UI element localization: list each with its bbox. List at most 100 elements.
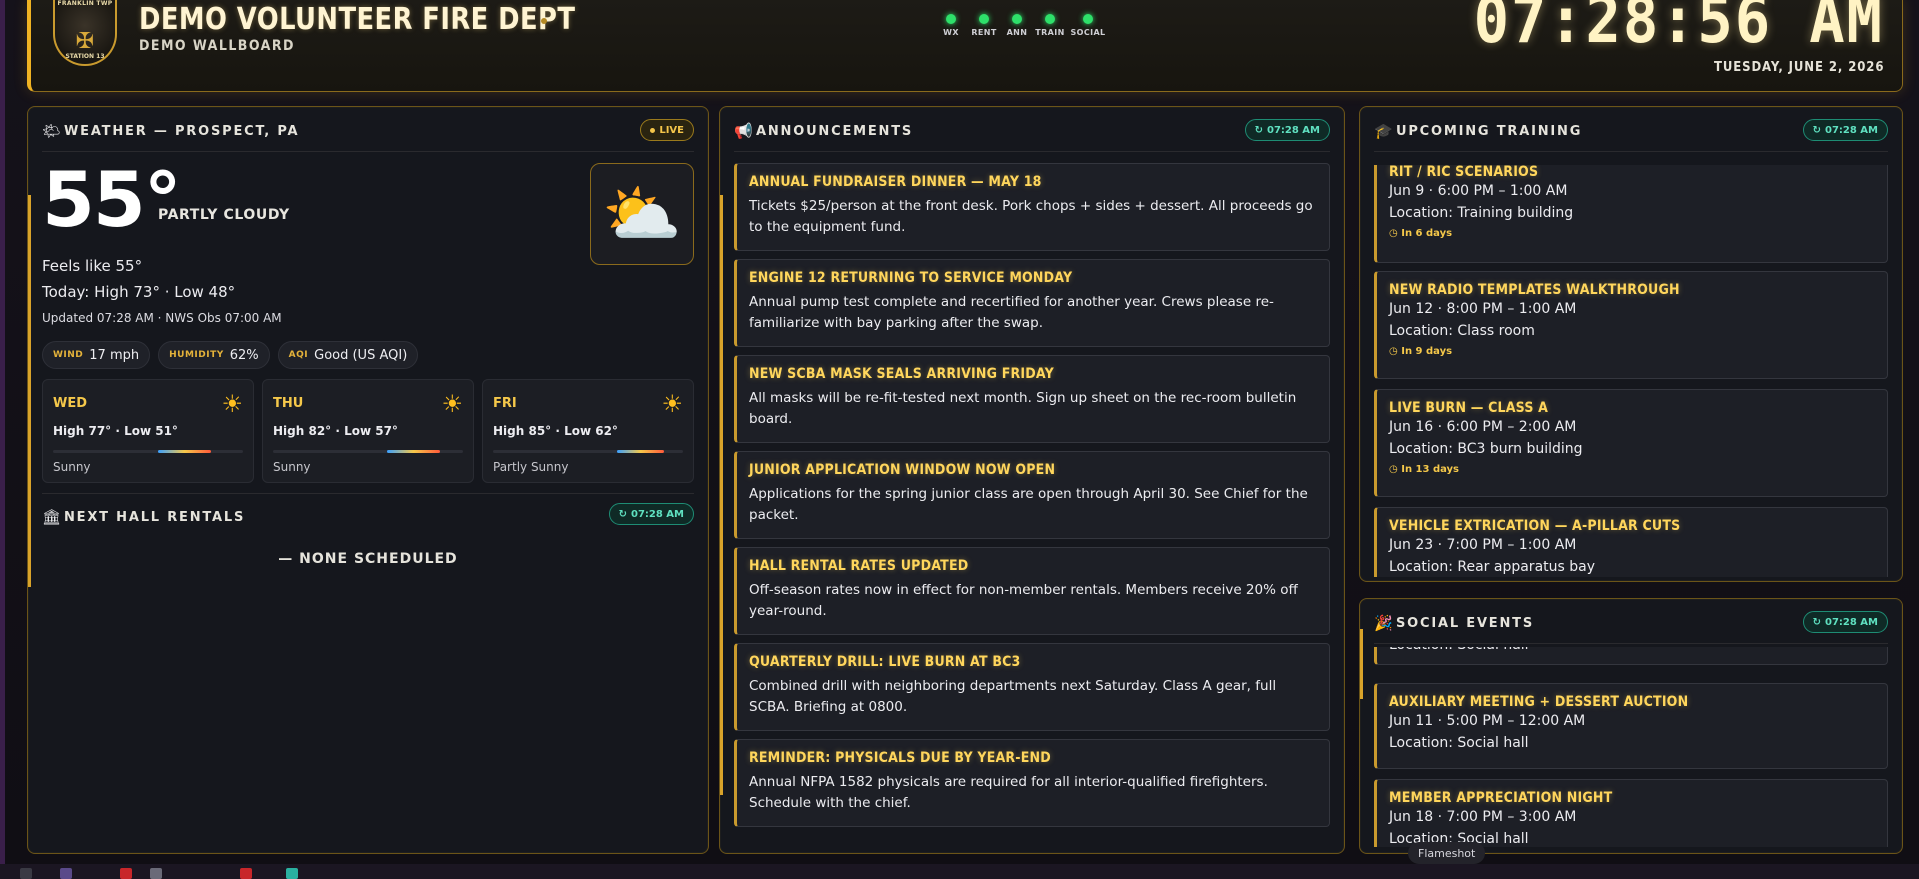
refresh-time-badge: ↻ 07:28 AM <box>608 503 694 525</box>
training-time: Jun 12 · 8:00 PM – 1:00 AM <box>1389 301 1577 317</box>
countdown-text: In 13 days <box>1401 464 1460 475</box>
divider <box>42 493 694 494</box>
clock: 07:28:56 AM <box>1473 0 1884 58</box>
status-rent: RENT <box>971 14 997 37</box>
partly-cloudy-icon: ⛅ <box>590 163 694 265</box>
refresh-time: 07:28 AM <box>1824 616 1878 628</box>
status-label: ANN <box>1006 28 1028 37</box>
forecast-description: Partly Sunny <box>493 460 569 474</box>
refresh-icon: ↻ <box>618 508 627 520</box>
taskbar-app-icon[interactable] <box>20 868 32 879</box>
taskbar-app-icon[interactable] <box>240 868 252 879</box>
taskbar-app-icon[interactable] <box>150 868 162 879</box>
forecast-high-low: High 85° · Low 62° <box>493 424 618 438</box>
refresh-time: 07:28 AM <box>1266 124 1320 136</box>
sun-icon: ☀ <box>441 390 463 418</box>
event-location: Location: Social hall <box>1389 735 1529 751</box>
panel-title: SOCIAL EVENTS <box>1396 615 1534 631</box>
chip-key: WIND <box>53 350 84 360</box>
rentals-header: 🏛 NEXT HALL RENTALS <box>42 505 694 529</box>
chip-value: 62% <box>229 347 259 363</box>
status-ann: ANN <box>1005 14 1029 37</box>
status-dot-icon <box>946 14 956 24</box>
temp-range-fill <box>616 450 664 453</box>
forecast-row: WED ☀ High 77° · Low 51° Sunny THU ☀ Hig… <box>42 379 694 483</box>
live-label: LIVE <box>659 124 684 136</box>
training-location: Location: Training building <box>1389 205 1574 221</box>
training-title: RIT / RIC SCENARIOS <box>1389 165 1539 180</box>
badge-bottom-text: STATION 13 <box>65 53 105 60</box>
training-card: LIVE BURN — CLASS A Jun 16 · 6:00 PM – 2… <box>1374 389 1888 497</box>
social-card: AUXILIARY MEETING + DESSERT AUCTION Jun … <box>1374 683 1888 769</box>
status-dot-icon <box>1012 14 1022 24</box>
feels-like: Feels like 55° <box>42 257 143 275</box>
announcement-title: HALL RENTAL RATES UPDATED <box>749 558 969 574</box>
forecast-card: THU ☀ High 82° · Low 57° Sunny <box>262 379 474 483</box>
announcement-card: ANNUAL FUNDRAISER DINNER — MAY 18 Ticket… <box>734 163 1330 251</box>
announcement-title: JUNIOR APPLICATION WINDOW NOW OPEN <box>749 462 1056 478</box>
refresh-icon: ↻ <box>1812 616 1821 628</box>
training-panel[interactable]: 🎓 UPCOMING TRAINING ↻ 07:28 AM RIT / RIC… <box>1359 106 1903 582</box>
status-label: TRAIN <box>1035 28 1065 37</box>
sun-icon: ☀ <box>661 390 683 418</box>
forecast-card: FRI ☀ High 85° · Low 62° Partly Sunny <box>482 379 694 483</box>
announcement-card: NEW SCBA MASK SEALS ARRIVING FRIDAY All … <box>734 355 1330 443</box>
announcement-title: REMINDER: PHYSICALS DUE BY YEAR-END <box>749 750 1051 766</box>
training-title: LIVE BURN — CLASS A <box>1389 400 1549 416</box>
updated-time: Updated 07:28 AM · NWS Obs 07:00 AM <box>42 311 282 325</box>
training-time: Jun 9 · 6:00 PM – 1:00 AM <box>1389 183 1568 199</box>
announcement-body: Applications for the spring junior class… <box>749 486 1308 523</box>
clock-icon: ◷ <box>1389 464 1402 475</box>
current-temperature: 55° <box>42 155 182 244</box>
refresh-time-badge: ↻ 07:28 AM <box>1802 119 1888 141</box>
forecast-description: Sunny <box>53 460 91 474</box>
clock-icon: ◷ <box>1389 346 1402 357</box>
temp-range-bar <box>493 450 683 453</box>
weather-header: 🌤 WEATHER — PROSPECT, PA <box>42 119 694 143</box>
weather-chips: WIND 17 mph HUMIDITY 62% AQI Good (US AQ… <box>42 341 419 369</box>
status-label: SOCIAL <box>1070 28 1106 37</box>
announcements-panel: 📢 ANNOUNCEMENTS ↻ 07:28 AM ANNUAL FUNDRA… <box>719 106 1345 854</box>
training-card: NEW RADIO TEMPLATES WALKTHROUGH Jun 12 ·… <box>1374 271 1888 379</box>
refresh-time-badge: ↻ 07:28 AM <box>1244 119 1330 141</box>
training-time: Jun 16 · 6:00 PM – 2:00 AM <box>1389 419 1577 435</box>
countdown: ◷ In 6 days <box>1389 228 1875 239</box>
countdown: ◷ In 13 days <box>1389 464 1875 475</box>
status-label: WX <box>943 28 959 37</box>
maltese-cross-icon: ✠ <box>75 29 95 54</box>
taskbar-app-icon[interactable] <box>120 868 132 879</box>
announcement-title: ENGINE 12 RETURNING TO SERVICE MONDAY <box>749 270 1073 286</box>
status-label: RENT <box>971 28 997 37</box>
forecast-high-low: High 82° · Low 57° <box>273 424 398 438</box>
forecast-day: THU <box>273 396 304 411</box>
status-dot-icon <box>979 14 989 24</box>
header-bar: FRANKLIN TWP ✠ STATION 13 DEMO VOLUNTEER… <box>27 0 1903 92</box>
live-dot-icon <box>650 127 656 133</box>
announcement-body: Annual NFPA 1582 physicals are required … <box>749 774 1268 811</box>
forecast-high-low: High 77° · Low 51° <box>53 424 178 438</box>
status-train: TRAIN <box>1035 14 1065 37</box>
panel-title: NEXT HALL RENTALS <box>64 509 246 525</box>
announcement-card: HALL RENTAL RATES UPDATED Off-season rat… <box>734 547 1330 635</box>
announcement-title: NEW SCBA MASK SEALS ARRIVING FRIDAY <box>749 366 1054 382</box>
social-panel[interactable]: 🎉 SOCIAL EVENTS ↻ 07:28 AM Location: Soc… <box>1359 598 1903 854</box>
announcement-title: ANNUAL FUNDRAISER DINNER — MAY 18 <box>749 174 1042 190</box>
announcement-body: Combined drill with neighboring departme… <box>749 678 1277 715</box>
announcement-card: REMINDER: PHYSICALS DUE BY YEAR-END Annu… <box>734 739 1330 827</box>
announcement-body: Annual pump test complete and recertifie… <box>749 294 1274 331</box>
weather-panel: 🌤 WEATHER — PROSPECT, PA LIVE 55° PARTLY… <box>27 106 709 854</box>
social-list: Location: Social hall AUXILIARY MEETING … <box>1374 647 1888 847</box>
wind-chip: WIND 17 mph <box>42 341 151 369</box>
taskbar-app-icon[interactable] <box>60 868 72 879</box>
forecast-card: WED ☀ High 77° · Low 51° Sunny <box>42 379 254 483</box>
announcement-card: ENGINE 12 RETURNING TO SERVICE MONDAY An… <box>734 259 1330 347</box>
event-title: AUXILIARY MEETING + DESSERT AUCTION <box>1389 694 1689 710</box>
department-title: DEMO VOLUNTEER FIRE DEPT <box>139 2 576 37</box>
chip-key: HUMIDITY <box>169 350 224 360</box>
live-badge: LIVE <box>640 119 694 141</box>
divider <box>1374 151 1888 152</box>
event-title: MEMBER APPRECIATION NIGHT <box>1389 790 1613 806</box>
taskbar-app-icon[interactable] <box>286 868 298 879</box>
divider <box>1374 643 1888 644</box>
announcements-header: 📢 ANNOUNCEMENTS <box>734 119 1330 143</box>
